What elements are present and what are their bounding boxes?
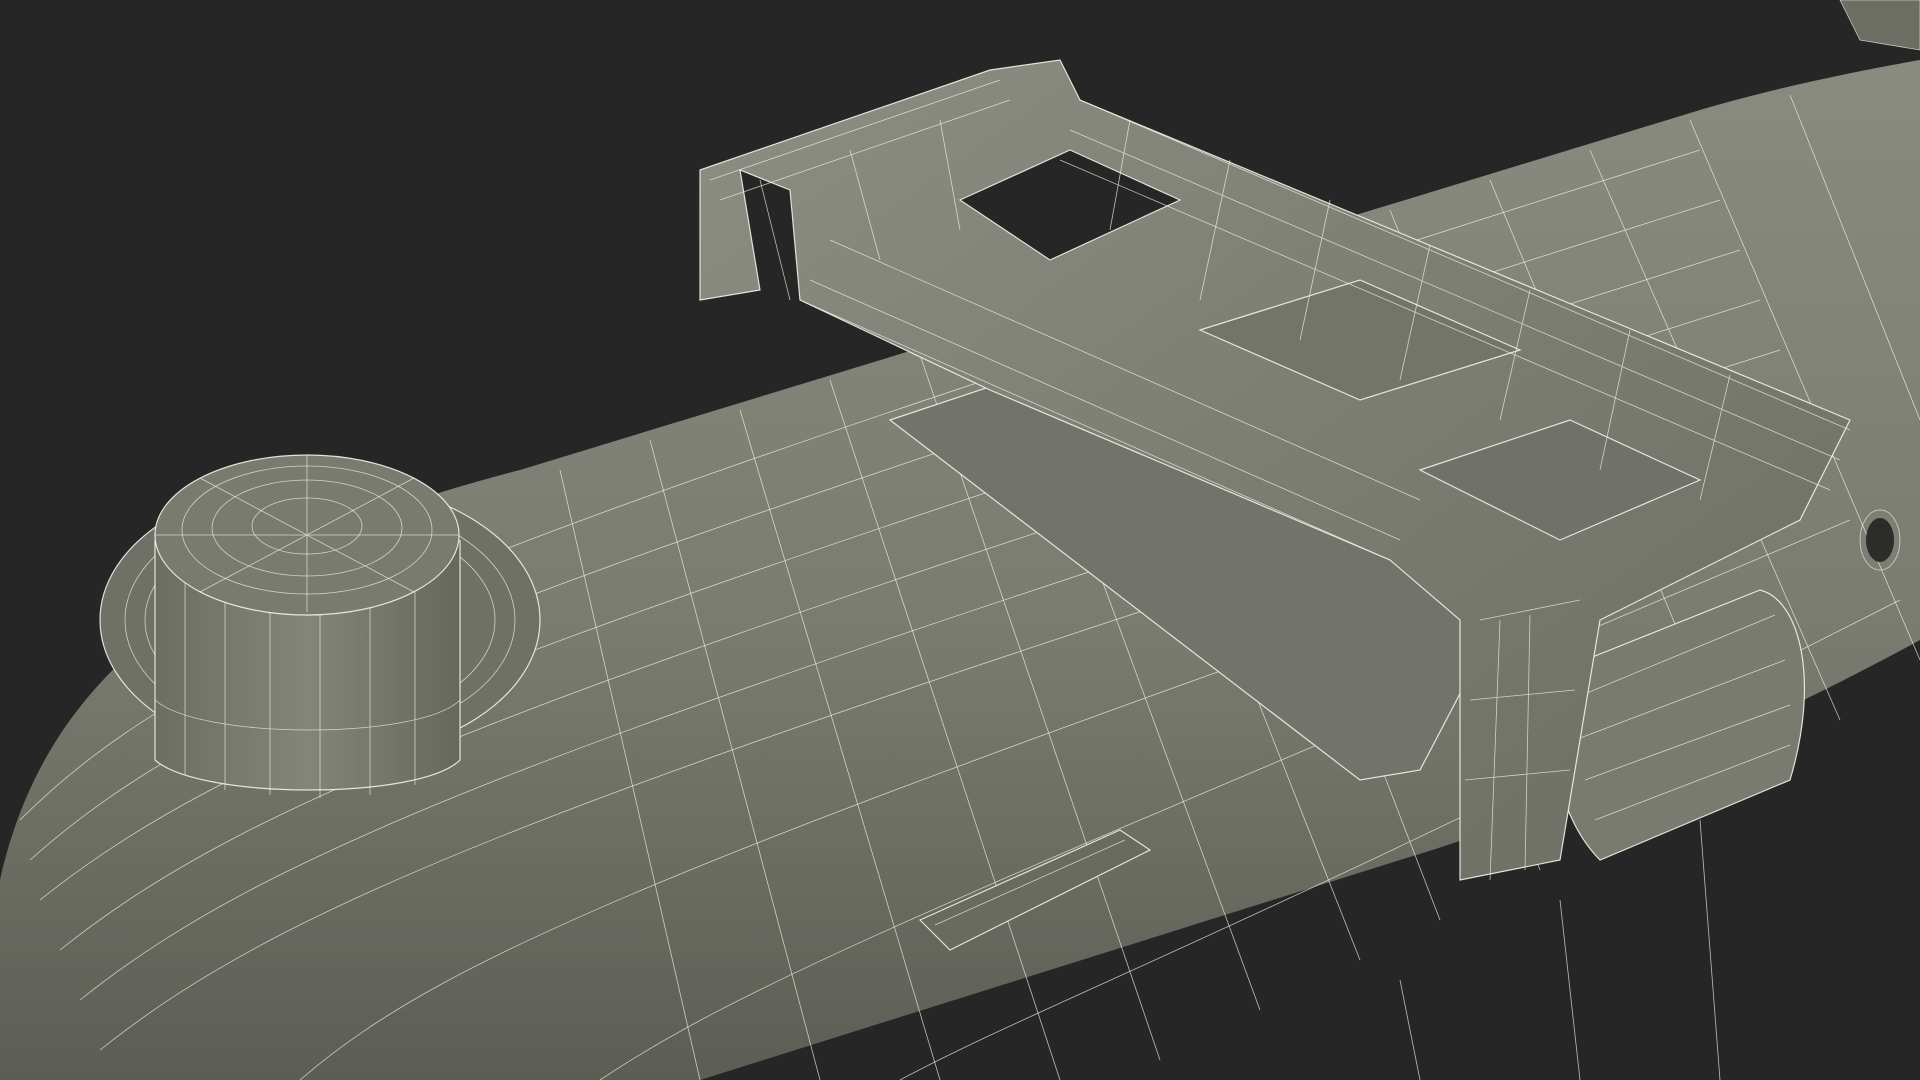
render-viewport (0, 0, 1920, 1080)
side-screw-hole (1866, 518, 1894, 562)
corner-part (1840, 0, 1920, 50)
wireframe-model-render (0, 0, 1920, 1080)
